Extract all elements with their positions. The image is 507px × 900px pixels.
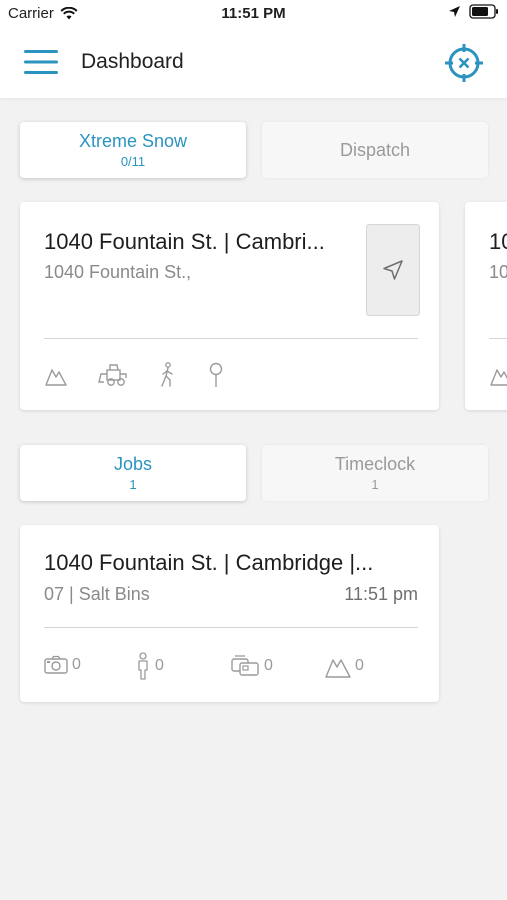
job-time: 11:51 pm <box>344 584 418 604</box>
equipment-count: 0 <box>264 657 273 674</box>
crew-count: 0 <box>155 657 164 674</box>
location-arrow-icon <box>449 6 460 17</box>
menu-icon[interactable] <box>22 48 60 76</box>
job-card-title: 1040 Fountain St. | Cambridge |... <box>44 550 374 575</box>
top-nav-bar: Dashboard <box>0 28 507 98</box>
site-card[interactable]: 1040 Fountain St. | Cambri... 1040 Fount… <box>20 202 439 410</box>
job-card[interactable]: 1040 Fountain St. | Cambridge |... 07 | … <box>20 525 439 702</box>
crosshair-icon[interactable] <box>443 42 485 84</box>
crew-stat[interactable]: 0 <box>135 652 164 680</box>
pin-icon[interactable] <box>206 362 226 388</box>
tab-company-count: 0/11 <box>120 154 146 169</box>
tab-jobs-count: 1 <box>129 477 137 492</box>
tab-timeclock-label: Timeclock <box>334 454 416 474</box>
photos-count: 0 <box>72 656 81 673</box>
site-card-title: 1040 Fountain St. | Cambri... <box>44 229 325 254</box>
battery-icon <box>469 4 498 19</box>
mountain-icon[interactable] <box>489 363 507 387</box>
tab-dispatch[interactable]: Dispatch <box>262 122 488 178</box>
mountain-icon <box>325 659 351 678</box>
snow-count: 0 <box>355 657 364 674</box>
mountain-icon[interactable] <box>44 363 68 387</box>
tab-company[interactable]: Xtreme Snow 0/11 <box>20 122 246 178</box>
tab-company-label: Xtreme Snow <box>78 131 188 151</box>
site-card-address: 10 <box>489 262 507 282</box>
tab-timeclock-count: 1 <box>371 477 379 492</box>
camera-icon <box>44 655 68 674</box>
photos-stat[interactable]: 0 <box>44 655 81 675</box>
navigate-button[interactable] <box>366 224 420 316</box>
divider <box>44 627 418 628</box>
snow-stat[interactable]: 0 <box>325 654 364 678</box>
divider <box>44 338 418 339</box>
page-title: Dashboard <box>81 50 184 73</box>
walking-person-icon[interactable] <box>158 362 178 388</box>
job-service: 07 | Salt Bins <box>44 584 150 604</box>
person-icon <box>138 652 148 680</box>
status-right <box>448 4 499 19</box>
site-card-address: 1040 Fountain St., <box>44 262 192 282</box>
site-card[interactable]: 10 10 <box>465 202 507 410</box>
tab-timeclock[interactable]: Timeclock 1 <box>262 445 488 501</box>
tab-jobs[interactable]: Jobs 1 <box>20 445 246 501</box>
status-time: 11:51 PM <box>221 5 286 22</box>
equipment-icon <box>231 655 259 676</box>
loader-truck-icon[interactable] <box>98 362 128 388</box>
site-card-title: 10 <box>489 229 507 254</box>
divider <box>489 338 507 339</box>
status-bar: Carrier 11:51 PM <box>0 0 507 28</box>
tab-jobs-label: Jobs <box>113 454 153 474</box>
equipment-stat[interactable]: 0 <box>230 654 273 678</box>
tab-dispatch-label: Dispatch <box>339 140 411 160</box>
navigate-icon <box>383 260 403 280</box>
